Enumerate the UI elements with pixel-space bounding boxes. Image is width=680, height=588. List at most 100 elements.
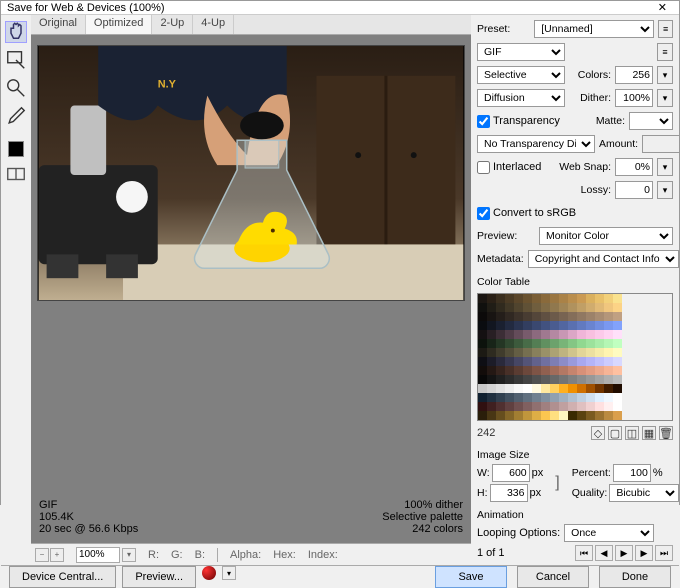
color-swatch[interactable] <box>559 348 568 357</box>
websnap-input[interactable] <box>615 158 653 176</box>
color-swatch[interactable] <box>577 312 586 321</box>
color-swatch[interactable] <box>586 339 595 348</box>
color-swatch[interactable] <box>595 321 604 330</box>
canvas-preview[interactable]: N.Y <box>37 45 465 301</box>
color-swatch[interactable] <box>586 303 595 312</box>
color-swatch[interactable] <box>586 348 595 357</box>
constrain-link-icon[interactable]: ] <box>553 474 561 492</box>
color-swatch[interactable] <box>514 411 523 420</box>
color-swatch[interactable] <box>523 366 532 375</box>
color-swatch[interactable] <box>559 294 568 303</box>
color-swatch[interactable] <box>550 366 559 375</box>
color-swatch[interactable] <box>577 303 586 312</box>
browser-preview-icon[interactable] <box>202 566 216 580</box>
color-swatch[interactable] <box>568 330 577 339</box>
delete-color-icon[interactable]: 🗑 <box>659 426 673 440</box>
color-swatch[interactable] <box>604 294 613 303</box>
color-swatch[interactable] <box>595 294 604 303</box>
prev-frame-icon[interactable]: ◀ <box>595 545 613 561</box>
color-swatch[interactable] <box>604 303 613 312</box>
color-swatch[interactable] <box>586 366 595 375</box>
convert-srgb-checkbox[interactable] <box>477 207 490 220</box>
color-swatch[interactable] <box>559 321 568 330</box>
color-swatch[interactable] <box>559 357 568 366</box>
color-swatch[interactable] <box>532 411 541 420</box>
color-swatch[interactable] <box>568 411 577 420</box>
dither-algo-dropdown[interactable]: Diffusion <box>477 89 565 107</box>
color-swatch[interactable] <box>505 384 514 393</box>
color-swatch[interactable] <box>532 312 541 321</box>
tab-original[interactable]: Original <box>31 15 86 34</box>
eyedropper-tool-icon[interactable] <box>5 105 27 127</box>
slice-select-tool-icon[interactable] <box>5 49 27 71</box>
colors-input[interactable] <box>615 66 653 84</box>
color-swatch[interactable] <box>550 411 559 420</box>
color-swatch[interactable] <box>496 303 505 312</box>
new-color-icon[interactable]: ▦ <box>642 426 656 440</box>
color-swatch[interactable] <box>478 330 487 339</box>
color-swatch[interactable] <box>613 321 622 330</box>
color-swatch[interactable] <box>577 411 586 420</box>
color-swatch[interactable] <box>577 393 586 402</box>
color-swatch[interactable] <box>586 357 595 366</box>
color-swatch[interactable] <box>586 393 595 402</box>
colors-stepper-icon[interactable]: ▾ <box>657 66 673 84</box>
color-swatch[interactable] <box>523 312 532 321</box>
color-swatch[interactable] <box>487 393 496 402</box>
color-swatch[interactable] <box>613 357 622 366</box>
color-swatch[interactable] <box>595 384 604 393</box>
color-swatch[interactable] <box>505 402 514 411</box>
width-input[interactable] <box>492 464 530 482</box>
color-swatch[interactable] <box>550 393 559 402</box>
color-swatch[interactable] <box>532 384 541 393</box>
preview-button[interactable]: Preview... <box>122 566 196 588</box>
interlaced-checkbox[interactable] <box>477 161 490 174</box>
color-swatch[interactable] <box>541 357 550 366</box>
color-swatch[interactable] <box>577 402 586 411</box>
zoom-input[interactable] <box>76 547 120 563</box>
dither-stepper-icon[interactable]: ▾ <box>657 89 673 107</box>
last-frame-icon[interactable]: ⏭ <box>655 545 673 561</box>
matte-dropdown[interactable] <box>629 112 673 130</box>
color-swatch[interactable] <box>523 339 532 348</box>
color-swatch[interactable] <box>604 321 613 330</box>
color-swatch[interactable] <box>532 393 541 402</box>
color-swatch[interactable] <box>613 312 622 321</box>
zoom-dropdown-icon[interactable]: ▾ <box>122 548 136 562</box>
color-swatch[interactable] <box>478 366 487 375</box>
color-swatch[interactable] <box>541 348 550 357</box>
color-swatch[interactable] <box>541 330 550 339</box>
color-swatch[interactable] <box>595 348 604 357</box>
tab-2up[interactable]: 2-Up <box>152 15 193 34</box>
color-swatch[interactable] <box>613 366 622 375</box>
color-swatch[interactable] <box>541 294 550 303</box>
color-swatch[interactable] <box>595 357 604 366</box>
color-swatch[interactable] <box>613 294 622 303</box>
color-swatch[interactable] <box>541 393 550 402</box>
color-swatch[interactable] <box>568 393 577 402</box>
color-swatch[interactable] <box>595 393 604 402</box>
color-swatch[interactable] <box>550 330 559 339</box>
color-swatch[interactable] <box>532 339 541 348</box>
color-swatch[interactable] <box>532 375 541 384</box>
color-swatch[interactable] <box>550 384 559 393</box>
color-swatch[interactable] <box>568 348 577 357</box>
color-swatch[interactable] <box>559 303 568 312</box>
color-swatch[interactable] <box>595 375 604 384</box>
color-swatch[interactable] <box>514 321 523 330</box>
color-swatch[interactable] <box>523 357 532 366</box>
color-swatch[interactable] <box>523 384 532 393</box>
color-swatch[interactable] <box>496 402 505 411</box>
color-swatch[interactable] <box>577 330 586 339</box>
preview-dropdown[interactable]: Monitor Color <box>539 227 673 245</box>
color-swatch[interactable] <box>505 411 514 420</box>
color-swatch[interactable] <box>604 375 613 384</box>
color-swatch[interactable] <box>586 312 595 321</box>
color-swatch[interactable] <box>496 357 505 366</box>
color-swatch[interactable] <box>586 321 595 330</box>
color-swatch[interactable] <box>613 339 622 348</box>
color-swatch[interactable] <box>541 375 550 384</box>
format-dropdown[interactable]: GIF <box>477 43 565 61</box>
color-swatch[interactable] <box>559 393 568 402</box>
color-swatch[interactable] <box>523 294 532 303</box>
